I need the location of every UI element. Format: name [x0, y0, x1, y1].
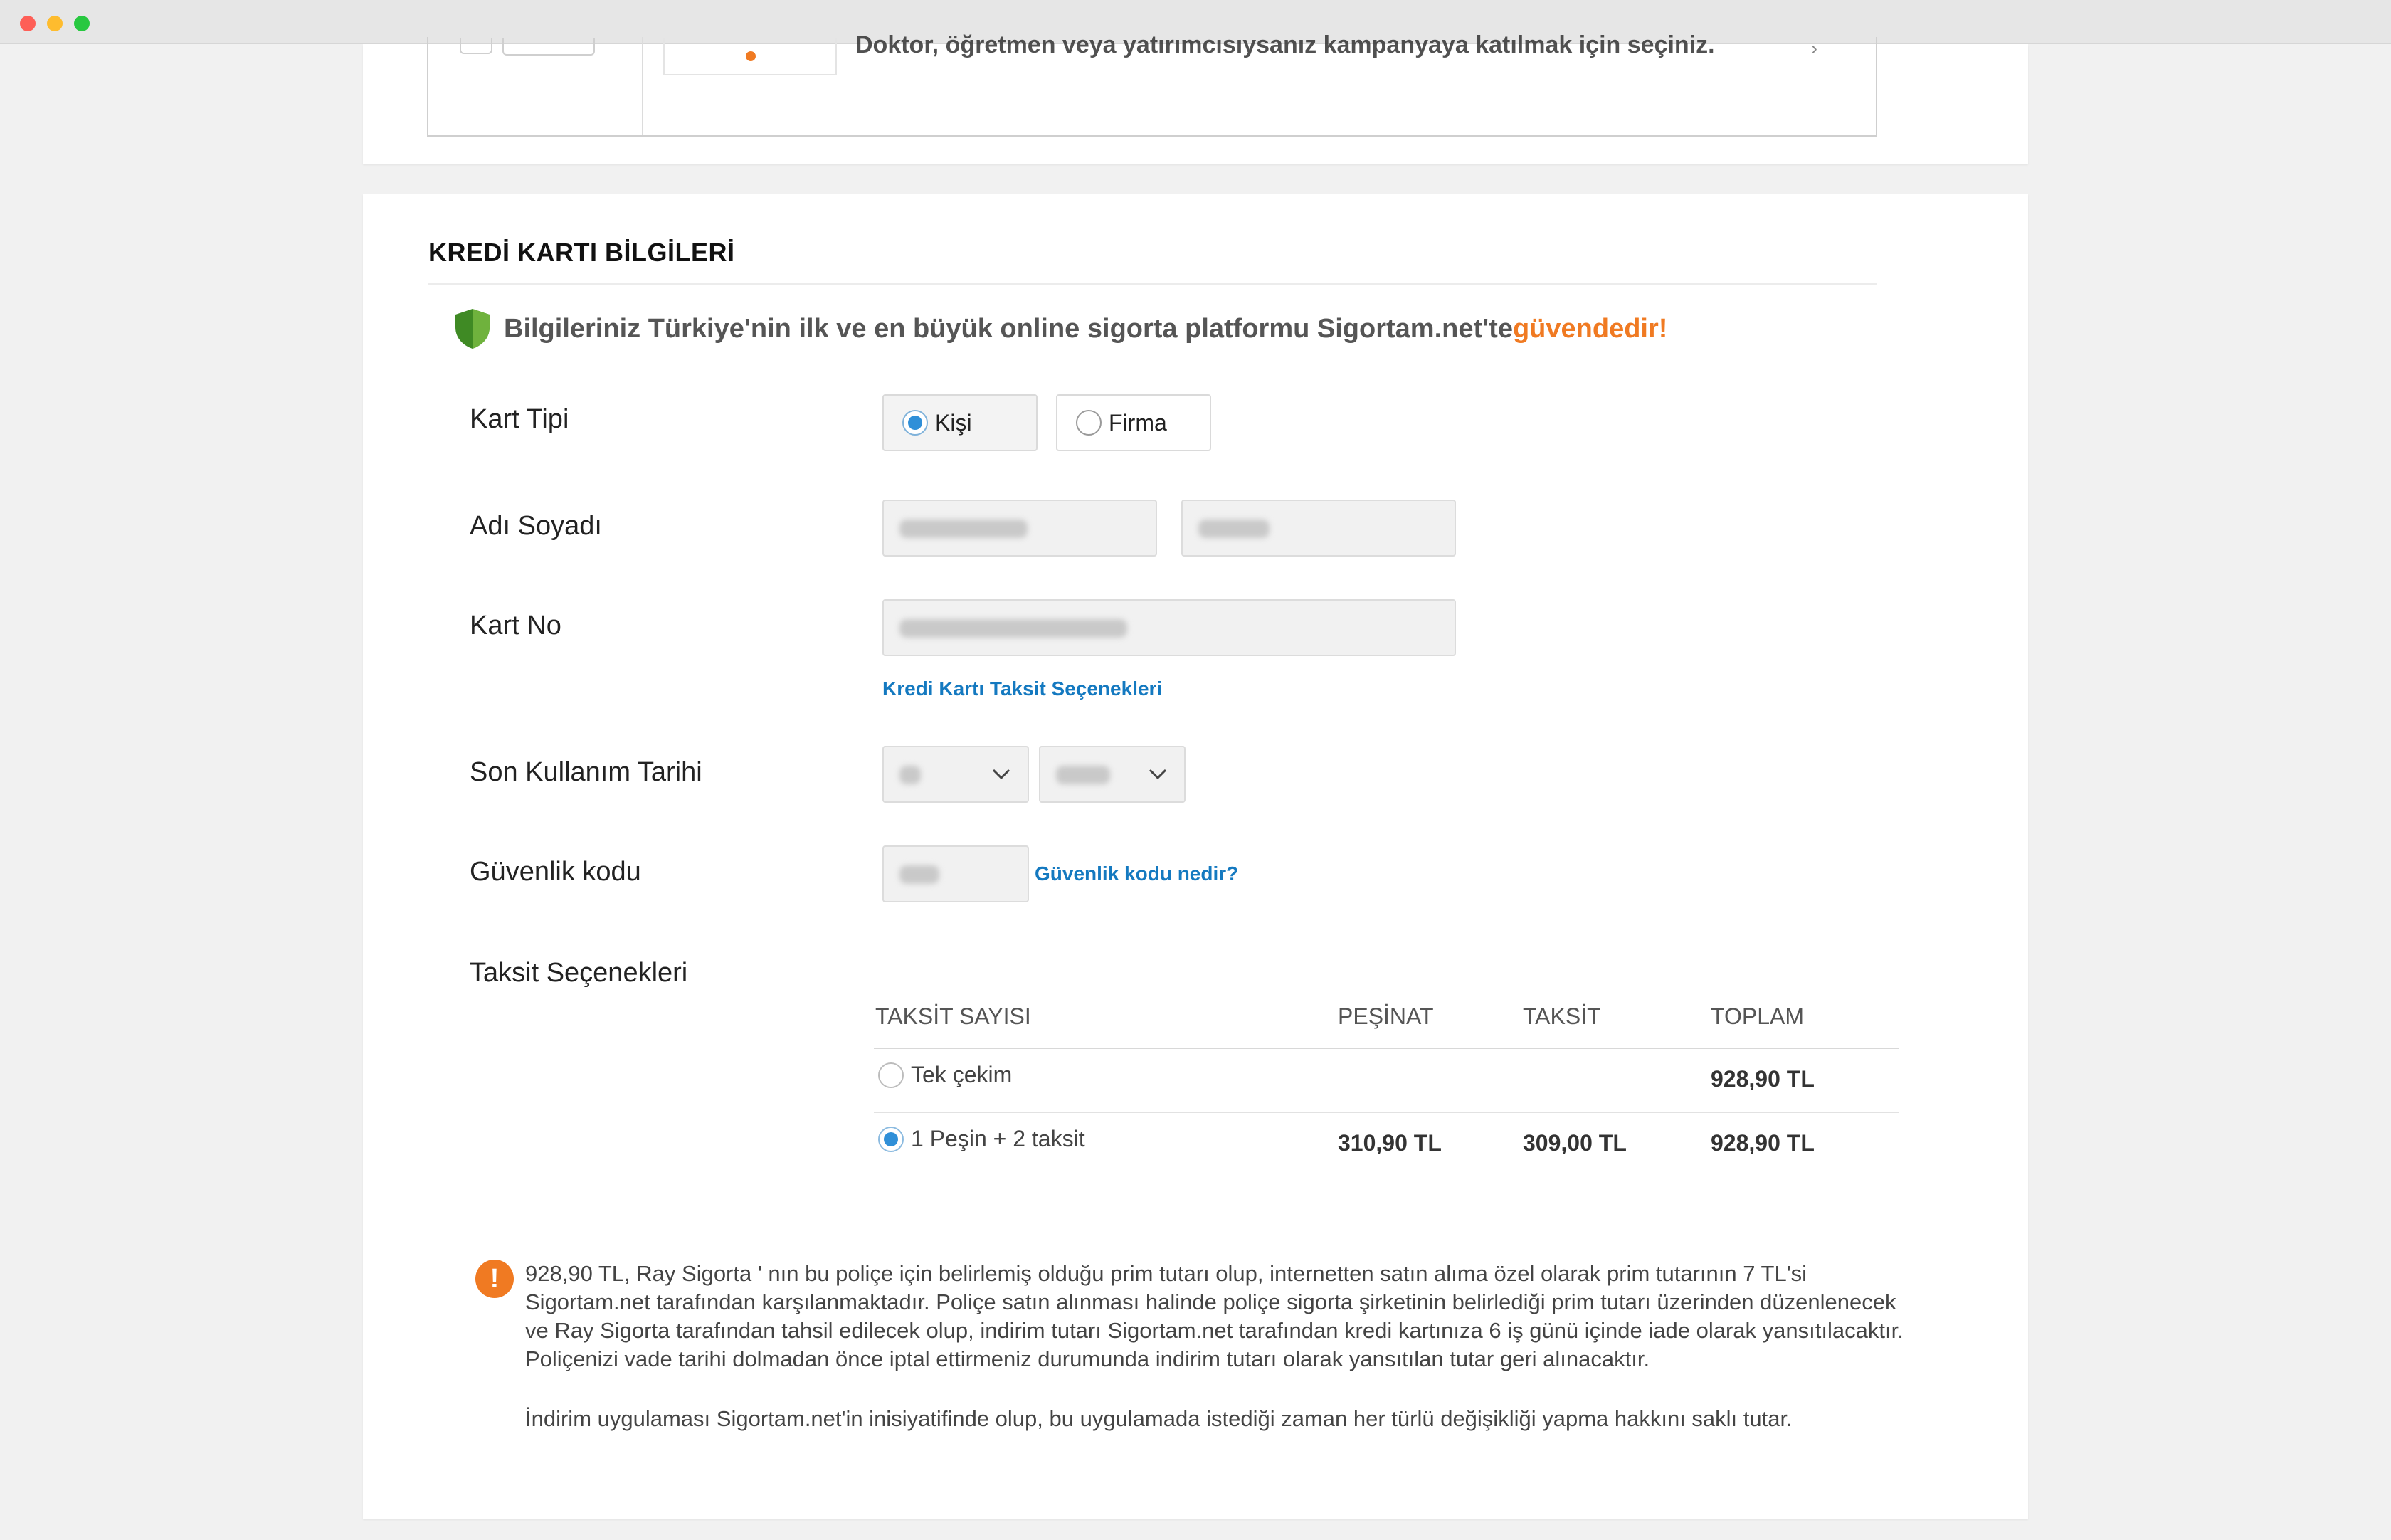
security-code-input[interactable] — [882, 845, 1029, 902]
minimize-window-button[interactable] — [47, 16, 63, 31]
last-name-input[interactable] — [1181, 500, 1456, 557]
security-code-value-redacted — [899, 865, 939, 884]
card-type-label: Kart Tipi — [470, 404, 569, 434]
installment-total: 928,90 TL — [1711, 1130, 1815, 1156]
security-code-help-link[interactable]: Güvenlik kodu nedir? — [1035, 863, 1238, 885]
card-type-person-label: Kişi — [935, 409, 972, 436]
installment-option-label: Tek çekim — [911, 1062, 1013, 1087]
radio-selected-icon — [878, 1126, 904, 1152]
card-number-value-redacted — [899, 619, 1127, 638]
shield-icon — [455, 309, 490, 349]
chevron-right-icon[interactable]: › — [1811, 37, 1817, 60]
carousel-dot-icon — [746, 51, 756, 61]
installments-header-count: TAKSİT SAYISI — [875, 1003, 1031, 1029]
campaign-text: Doktor, öğretmen veya yatırımcısıysanız … — [855, 31, 1715, 58]
radio-unselected-icon — [878, 1062, 904, 1088]
card-type-company-label: Firma — [1109, 409, 1167, 436]
radio-selected-icon — [902, 410, 928, 436]
campaign-divider — [642, 37, 643, 135]
last-name-value-redacted — [1198, 520, 1270, 538]
expiry-date-label: Son Kullanım Tarihi — [470, 757, 702, 787]
installment-options-link[interactable]: Kredi Kartı Taksit Seçenekleri — [882, 677, 1162, 700]
campaign-option-box: Doktor, öğretmen veya yatırımcısıysanız … — [427, 31, 1877, 137]
security-text: Bilgileriniz Türkiye'nin ilk ve en büyük… — [504, 313, 1513, 344]
installment-option-three[interactable]: 1 Peşin + 2 taksit — [878, 1126, 1085, 1152]
campaign-checkbox[interactable] — [460, 38, 492, 54]
discount-disclaimer-text: İndirim uygulaması Sigortam.net'in inisi… — [525, 1406, 1793, 1431]
expiry-year-value-redacted — [1056, 766, 1110, 784]
chevron-down-icon — [1149, 769, 1167, 780]
expiry-month-select[interactable] — [882, 746, 1029, 803]
installments-header-down-payment: PEŞİNAT — [1338, 1003, 1434, 1029]
maximize-window-button[interactable] — [74, 16, 90, 31]
close-window-button[interactable] — [20, 16, 36, 31]
security-accent-text: güvendedir! — [1512, 313, 1668, 344]
campaign-image — [663, 38, 837, 75]
previous-section-card: Doktor, öğretmen veya yatırımcısıysanız … — [363, 31, 2028, 164]
expiry-month-value-redacted — [899, 766, 921, 784]
security-code-label: Güvenlik kodu — [470, 857, 641, 887]
table-header-divider — [874, 1048, 1899, 1049]
installments-label: Taksit Seçenekleri — [470, 958, 688, 988]
installment-option-single[interactable]: Tek çekim — [878, 1062, 1012, 1088]
credit-card-section: KREDİ KARTI BİLGİLERİ Bilgileriniz Türki… — [363, 194, 2028, 1519]
name-label: Adı Soyadı — [470, 511, 602, 541]
card-number-label: Kart No — [470, 611, 561, 640]
installment-option-label: 1 Peşin + 2 taksit — [911, 1126, 1085, 1151]
installments-header-total: TOPLAM — [1711, 1003, 1804, 1029]
first-name-input[interactable] — [882, 500, 1157, 557]
installment-down-payment: 310,90 TL — [1338, 1130, 1442, 1156]
section-title: KREDİ KARTI BİLGİLERİ — [428, 238, 735, 267]
discount-notice-text: 928,90 TL, Ray Sigorta ' nın bu poliçe i… — [525, 1261, 1904, 1371]
warning-icon: ! — [475, 1260, 514, 1298]
expiry-year-select[interactable] — [1039, 746, 1186, 803]
installment-total: 928,90 TL — [1711, 1066, 1815, 1092]
section-divider — [428, 283, 1877, 285]
card-type-company-option[interactable]: Firma — [1056, 394, 1211, 451]
card-number-input[interactable] — [882, 599, 1456, 656]
installments-header-installment: TAKSİT — [1523, 1003, 1601, 1029]
radio-unselected-icon — [1076, 410, 1102, 436]
first-name-value-redacted — [899, 520, 1028, 538]
installment-amount: 309,00 TL — [1523, 1130, 1627, 1156]
table-row-divider — [874, 1112, 1899, 1113]
chevron-down-icon — [992, 769, 1010, 780]
card-type-person-option[interactable]: Kişi — [882, 394, 1038, 451]
security-notice: Bilgileriniz Türkiye'nin ilk ve en büyük… — [453, 307, 1667, 350]
campaign-select-button[interactable] — [502, 38, 595, 56]
